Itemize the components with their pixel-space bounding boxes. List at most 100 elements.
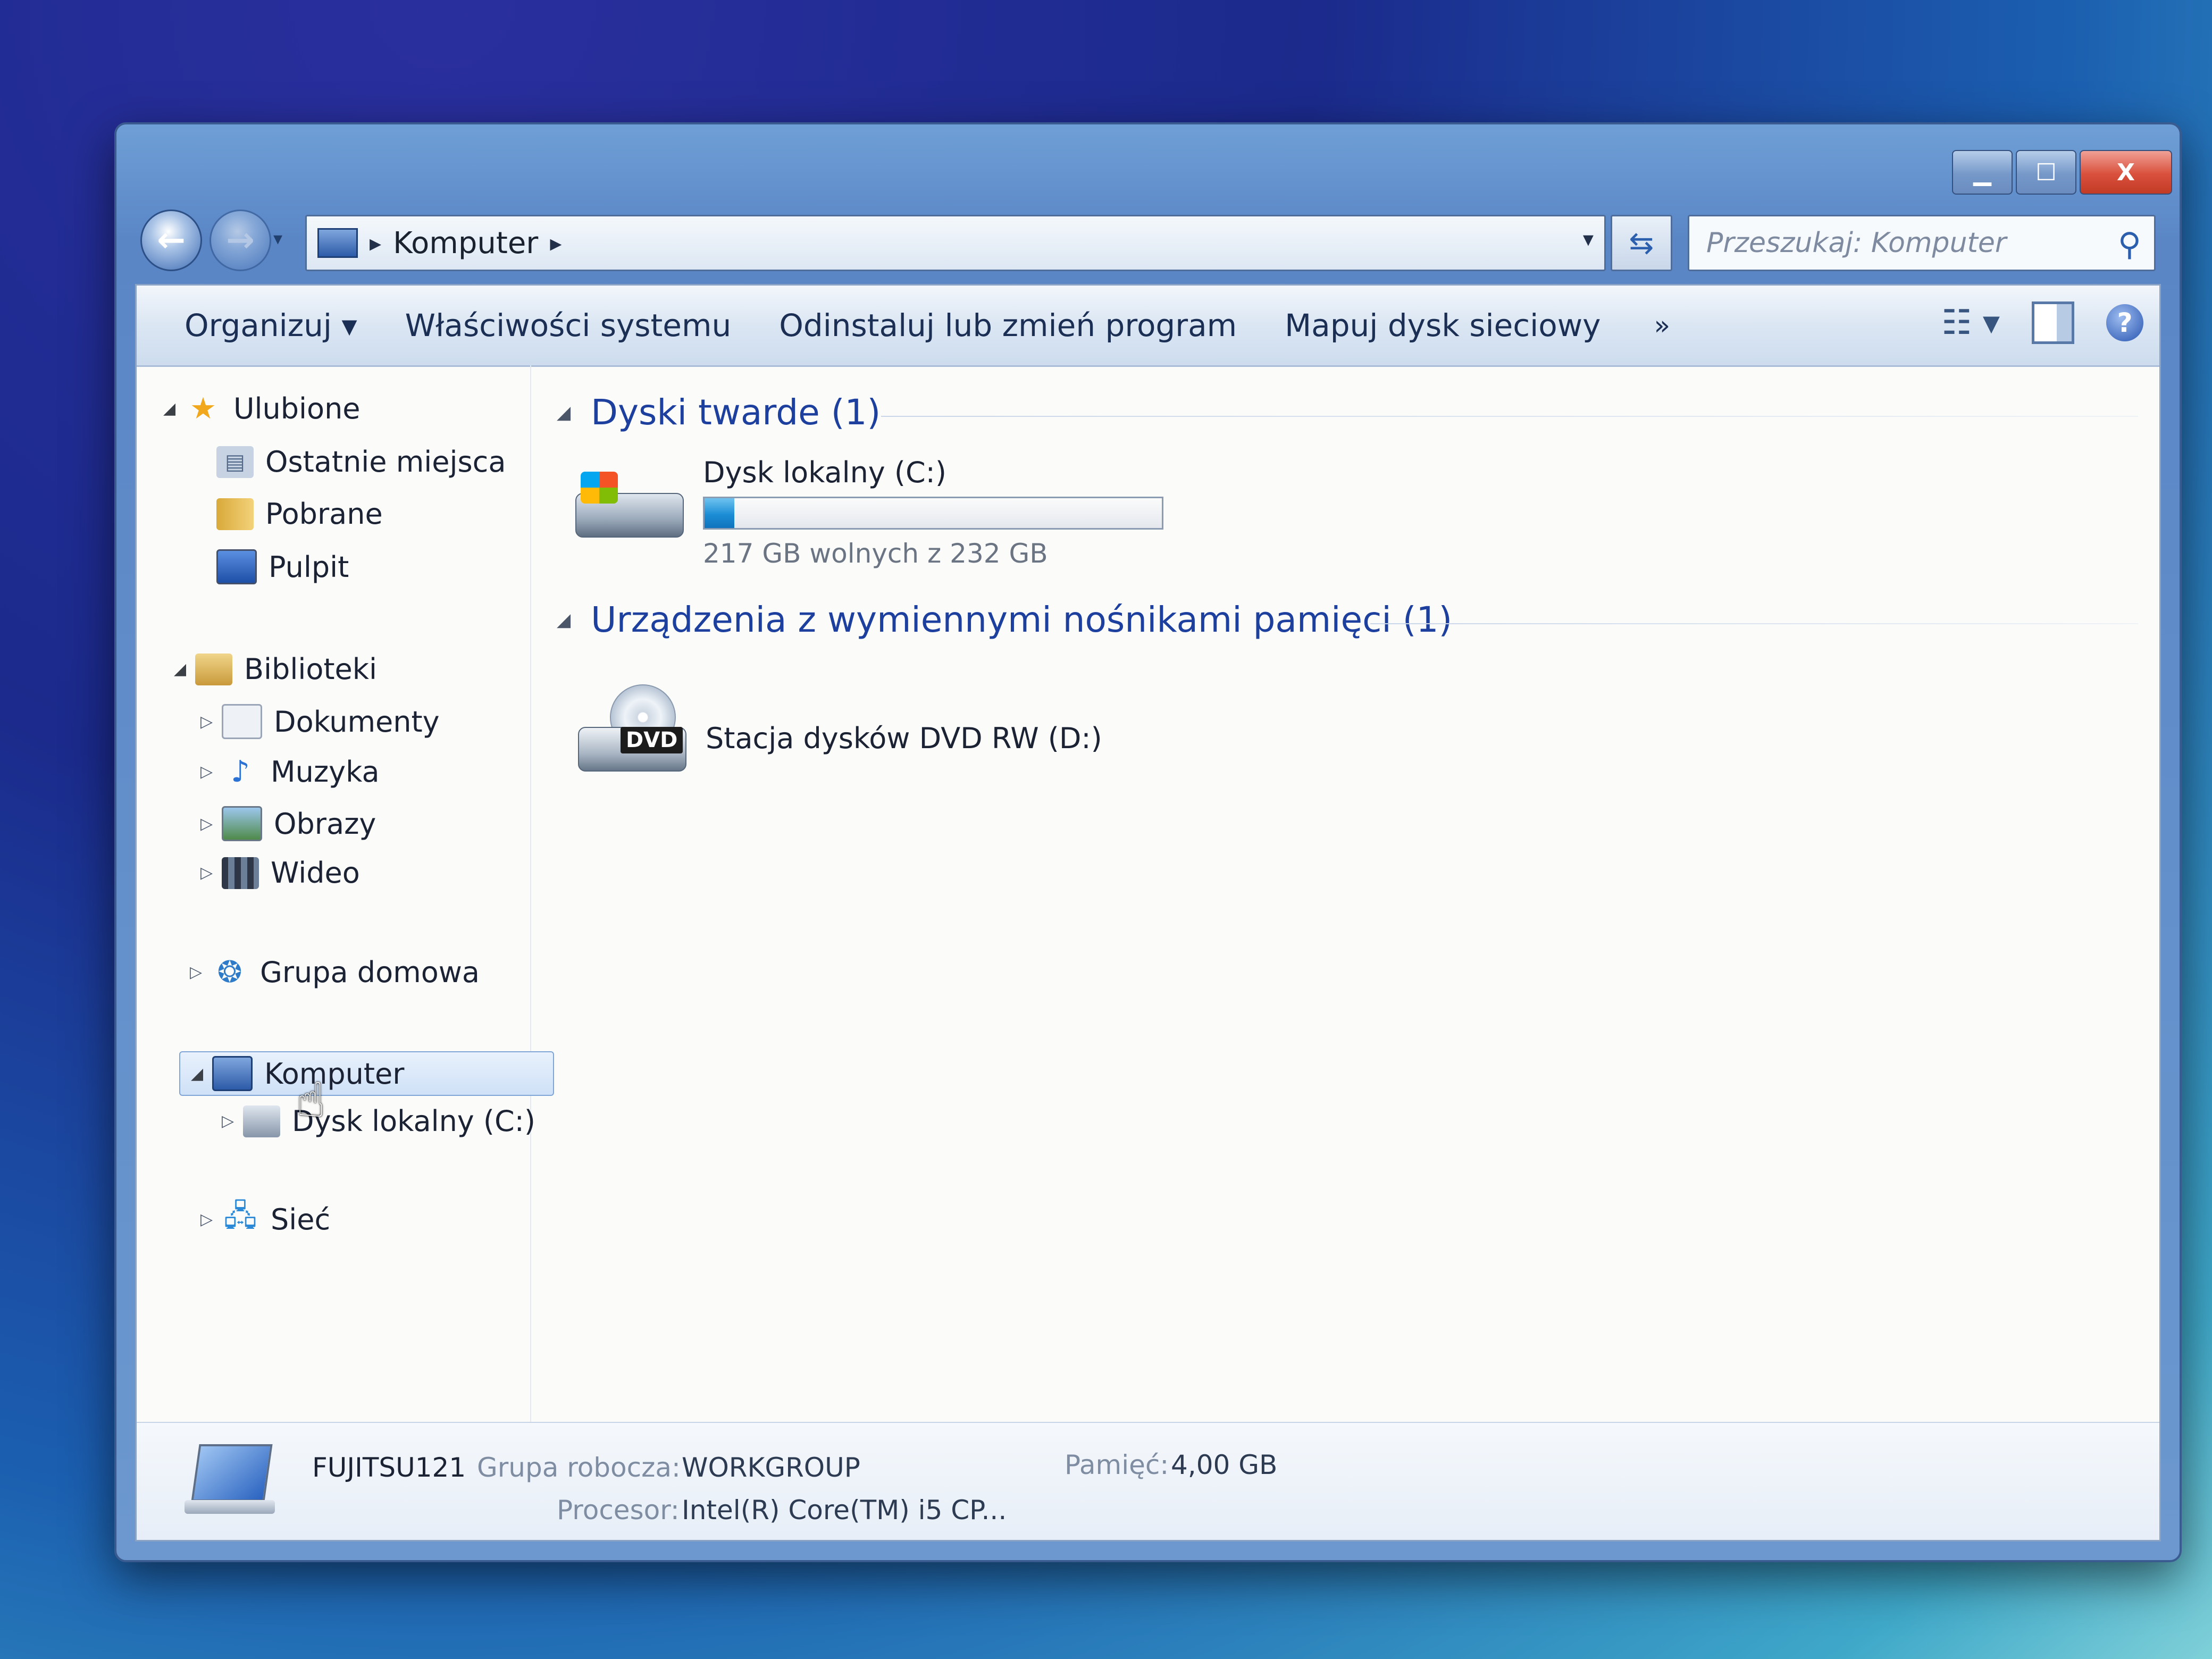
group-collapse-icon[interactable]: ◢ xyxy=(557,609,571,631)
collapse-arrow-icon[interactable]: ▷ xyxy=(222,1112,243,1130)
sidebar-item-label: Dysk lokalny (C:) xyxy=(292,1104,535,1138)
sidebar-item-libraries[interactable]: ◢ Biblioteki xyxy=(174,652,377,686)
collapse-arrow-icon[interactable]: ▷ xyxy=(200,864,222,882)
drive-usage-bar xyxy=(703,497,1163,530)
dvd-badge: DVD xyxy=(621,727,683,753)
drive-dvd-d[interactable]: DVD Stacja dysków DVD RW (D:) xyxy=(573,684,1102,775)
explorer-window: ▁ ☐ X ← → ▾ ▸ Komputer ▸ ▾ ⇆ ⚲ Organizuj… xyxy=(114,122,2182,1562)
help-icon[interactable]: ? xyxy=(2106,304,2143,341)
computer-icon xyxy=(212,1056,253,1091)
sidebar-item-label: Grupa domowa xyxy=(260,956,480,989)
sidebar-item-label: Komputer xyxy=(264,1057,405,1091)
desktop-icon xyxy=(216,549,257,584)
recent-places-icon: ▤ xyxy=(216,446,254,478)
system-properties-button[interactable]: Właściwości systemu xyxy=(405,307,732,343)
breadcrumb-separator-icon[interactable]: ▸ xyxy=(370,230,381,257)
collapse-arrow-icon[interactable]: ▷ xyxy=(190,963,211,982)
sidebar-item-label: Pobrane xyxy=(265,497,383,531)
expand-arrow-icon[interactable]: ◢ xyxy=(191,1065,212,1083)
hand-cursor-icon: ☝ xyxy=(296,1073,325,1128)
toolbar-right: ☷ ▾ ? xyxy=(1941,301,2143,344)
collapse-arrow-icon[interactable]: ▷ xyxy=(200,1210,222,1229)
navigation-bar: ← → ▾ ▸ Komputer ▸ ▾ ⇆ ⚲ xyxy=(135,199,2161,273)
change-view-icon[interactable]: ☷ ▾ xyxy=(1941,303,2000,342)
sidebar-item-downloads[interactable]: Pobrane xyxy=(216,497,383,531)
computer-icon xyxy=(185,1444,275,1519)
downloads-icon xyxy=(216,498,254,530)
preview-pane-icon[interactable] xyxy=(2032,301,2074,344)
drive-name: Dysk lokalny (C:) xyxy=(703,456,946,489)
map-network-drive-button[interactable]: Mapuj dysk sieciowy xyxy=(1285,307,1601,343)
command-bar: Organizuj ▾ Właściwości systemu Odinstal… xyxy=(137,286,2159,367)
sidebar-item-label: Pulpit xyxy=(269,550,349,584)
maximize-button[interactable]: ☐ xyxy=(2016,150,2076,195)
sidebar-item-label: Ulubione xyxy=(233,392,361,425)
homegroup-icon: ❂ xyxy=(217,955,242,990)
computer-icon xyxy=(317,228,358,258)
recent-pages-button[interactable]: ▾ xyxy=(273,228,282,249)
content-area: Organizuj ▾ Właściwości systemu Odinstal… xyxy=(135,284,2161,1541)
sidebar-item-label: Wideo xyxy=(271,856,360,890)
collapse-arrow-icon[interactable]: ▷ xyxy=(200,763,222,781)
sidebar-item-videos[interactable]: ▷ Wideo xyxy=(200,856,360,890)
uninstall-program-button[interactable]: Odinstaluj lub zmień program xyxy=(779,307,1237,343)
processor-value: Intel(R) Core(TM) i5 CP... xyxy=(682,1495,1007,1526)
refresh-button[interactable]: ⇆ xyxy=(1611,215,1672,271)
memory-value: 4,00 GB xyxy=(1171,1449,1278,1480)
sidebar-item-label: Biblioteki xyxy=(244,652,378,686)
sidebar-item-homegroup[interactable]: ▷ ❂ Grupa domowa xyxy=(190,955,480,990)
sidebar-item-local-disk[interactable]: ▷ Dysk lokalny (C:) xyxy=(222,1104,535,1138)
sidebar-item-label: Dokumenty xyxy=(274,705,440,739)
memory-label: Pamięć: xyxy=(1065,1449,1169,1480)
navigation-pane: ◢ ★ Ulubione ▤ Ostatnie miejsca Pobrane … xyxy=(137,365,555,1423)
star-icon: ★ xyxy=(189,391,217,426)
group-header-label: Dyski twarde (1) xyxy=(591,392,881,433)
drive-local-c[interactable]: Dysk lokalny (C:) 217 GB wolnych z 232 G… xyxy=(570,456,1163,569)
collapse-arrow-icon[interactable]: ▷ xyxy=(200,815,222,833)
more-commands-icon[interactable]: » xyxy=(1654,310,1671,341)
breadcrumb-computer[interactable]: Komputer xyxy=(393,226,538,261)
minimize-button[interactable]: ▁ xyxy=(1952,150,2013,195)
search-icon[interactable]: ⚲ xyxy=(2118,226,2141,263)
sidebar-item-computer[interactable]: ◢ Komputer xyxy=(179,1051,555,1096)
group-divider xyxy=(1370,623,2138,624)
workgroup-label: Grupa robocza: xyxy=(477,1452,681,1483)
sidebar-item-network[interactable]: ▷ 🖧 Sieć xyxy=(200,1199,331,1236)
sidebar-item-pictures[interactable]: ▷ Obrazy xyxy=(200,806,376,841)
sidebar-item-label: Sieć xyxy=(271,1203,331,1236)
search-input[interactable] xyxy=(1705,227,2080,259)
sidebar-item-label: Obrazy xyxy=(274,807,376,841)
sidebar-item-label: Muzyka xyxy=(271,755,380,789)
expand-arrow-icon[interactable]: ◢ xyxy=(163,399,185,418)
group-collapse-icon[interactable]: ◢ xyxy=(557,402,571,423)
pictures-icon xyxy=(222,806,262,841)
sidebar-item-label: Ostatnie miejsca xyxy=(265,445,506,479)
processor-label: Procesor: xyxy=(557,1495,680,1526)
videos-icon xyxy=(222,857,259,889)
group-hard-drives[interactable]: ◢ Dyski twarde (1) xyxy=(557,392,881,433)
network-icon: 🖧 xyxy=(223,1199,257,1233)
breadcrumb-separator-icon[interactable]: ▸ xyxy=(550,230,562,257)
group-header-label: Urządzenia z wymiennymi nośnikami pamięc… xyxy=(591,599,1453,640)
close-button[interactable]: X xyxy=(2080,150,2172,195)
collapse-arrow-icon[interactable]: ▷ xyxy=(200,713,222,731)
file-list: ◢ Dyski twarde (1) Dysk lokalny (C:) 217… xyxy=(541,365,2159,1423)
dvd-drive-icon: DVD xyxy=(573,684,690,775)
group-removable[interactable]: ◢ Urządzenia z wymiennymi nośnikami pami… xyxy=(557,599,1452,640)
sidebar-item-music[interactable]: ▷ ♪ Muzyka xyxy=(200,755,380,789)
forward-button[interactable]: → xyxy=(210,210,271,271)
group-divider xyxy=(881,416,2138,417)
back-button[interactable]: ← xyxy=(140,210,202,271)
address-bar[interactable]: ▸ Komputer ▸ ▾ xyxy=(305,215,1606,271)
search-box[interactable]: ⚲ xyxy=(1688,215,2156,271)
sidebar-item-documents[interactable]: ▷ Dokumenty xyxy=(200,704,440,739)
hdd-icon xyxy=(570,456,687,546)
sidebar-item-favorites[interactable]: ◢ ★ Ulubione xyxy=(163,391,361,426)
sidebar-item-desktop[interactable]: Pulpit xyxy=(216,549,349,584)
expand-arrow-icon[interactable]: ◢ xyxy=(174,660,195,678)
sidebar-item-recent-places[interactable]: ▤ Ostatnie miejsca xyxy=(216,445,506,479)
caption-buttons: ▁ ☐ X xyxy=(1952,150,2172,195)
organize-button[interactable]: Organizuj ▾ xyxy=(185,307,357,343)
address-dropdown-icon[interactable]: ▾ xyxy=(1583,227,1594,252)
drive-usage-fill xyxy=(705,498,734,528)
